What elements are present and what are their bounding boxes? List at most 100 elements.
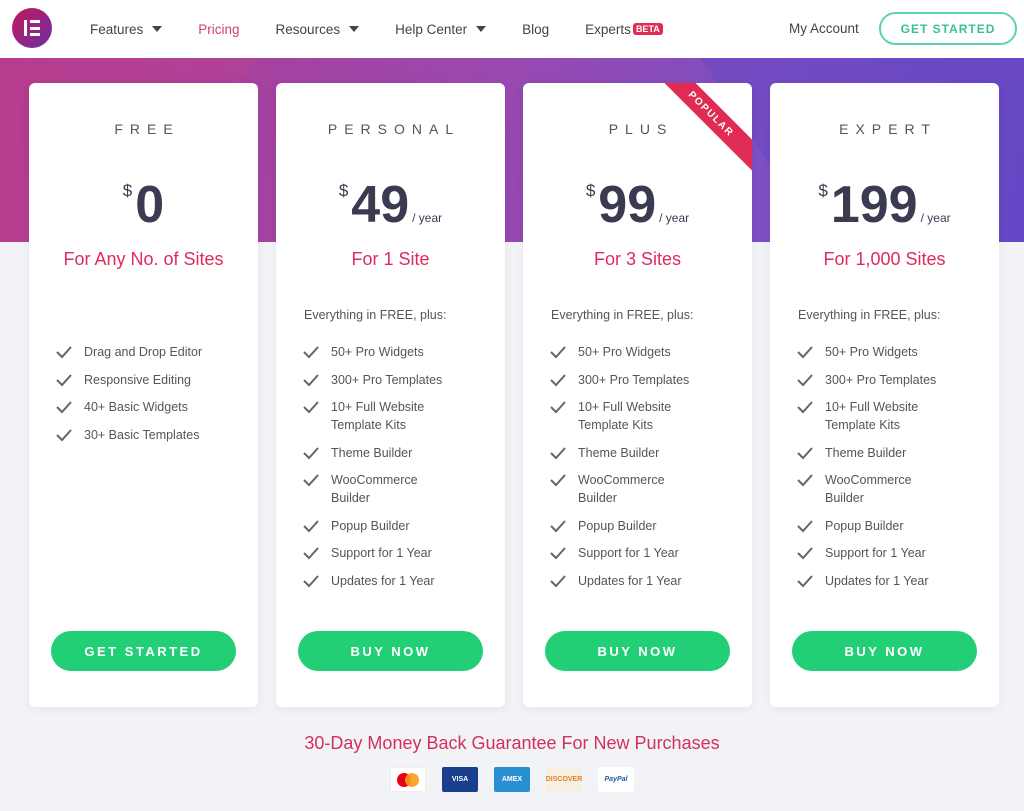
feature-item: Theme Builder [797, 444, 945, 462]
feature-item: 300+ Pro Templates [550, 371, 698, 389]
feature-item: 50+ Pro Widgets [303, 343, 451, 361]
nav-item-experts[interactable]: Experts BETA [585, 22, 663, 37]
feature-list: 50+ Pro Widgets 300+ Pro Templates 10+ Ful… [303, 343, 451, 599]
top-nav-bar: Features Pricing Resources Help Center Blog E… [0, 0, 1024, 58]
check-icon [550, 473, 566, 487]
feature-item: 50+ Pro Widgets [550, 343, 698, 361]
payment-methods: VISA AMEX DISCOVER PayPal [390, 767, 650, 792]
price-period: / year [659, 211, 690, 225]
plan-sites: For 1 Site [351, 249, 430, 269]
nav-item-blog[interactable]: Blog [522, 22, 549, 37]
feature-label: 40+ Basic Widgets [84, 400, 188, 414]
nav-item-label: Experts [585, 21, 631, 37]
buy-now-button[interactable]: BUY NOW [792, 631, 977, 671]
feature-item: Theme Builder [550, 444, 698, 462]
nav-item-help-center[interactable]: Help Center [395, 21, 487, 37]
plan-card-plus: PLUS $99/ year For 3 Sites Everything in … [523, 83, 752, 707]
feature-label: Support for 1 Year [331, 546, 432, 560]
nav-item-pricing[interactable]: Pricing [198, 22, 239, 37]
plan-card-expert: EXPERT $199/ year For 1,000 Sites Everyth… [770, 83, 999, 707]
plan-sites: For 1,000 Sites [823, 249, 946, 269]
price-amount: 99 [598, 176, 657, 234]
nav-item-label: Features [90, 21, 144, 37]
feature-label: WooCommerce Builder [331, 473, 418, 505]
mastercard-icon [390, 767, 426, 792]
nav-item-label: Help Center [395, 21, 468, 37]
plan-price: $0 [29, 179, 258, 231]
feature-item: Updates for 1 Year [550, 572, 698, 590]
feature-label: Popup Builder [578, 518, 657, 533]
check-icon [303, 574, 319, 588]
feature-label: 50+ Pro Widgets [331, 345, 424, 359]
feature-item: Popup Builder [797, 517, 945, 535]
chevron-down-icon [152, 26, 163, 32]
feature-label: 10+ Full Website Template Kits [578, 400, 672, 432]
feature-list: 50+ Pro Widgets 300+ Pro Templates 10+ Ful… [797, 343, 945, 599]
feature-label: Theme Builder [825, 445, 907, 460]
feature-label: Theme Builder [578, 445, 660, 460]
feature-item: 40+ Basic Widgets [56, 398, 202, 416]
header-get-started-button[interactable]: GET STARTED [879, 12, 1017, 45]
check-icon [56, 400, 72, 414]
plan-intro: Everything in FREE, plus: [798, 308, 941, 322]
buy-now-button[interactable]: BUY NOW [298, 631, 483, 671]
feature-item: WooCommerce Builder [303, 471, 451, 507]
feature-label: 30+ Basic Templates [84, 427, 200, 442]
check-icon [797, 345, 813, 359]
price-amount: 199 [830, 176, 918, 234]
currency-symbol: $ [338, 181, 349, 200]
check-icon [550, 446, 566, 460]
get-started-button[interactable]: GET STARTED [51, 631, 236, 671]
feature-list: Drag and Drop Editor Responsive Editing 40… [56, 343, 202, 453]
nav-item-features[interactable]: Features [90, 21, 163, 37]
check-icon [303, 345, 319, 359]
feature-item: Theme Builder [303, 444, 451, 462]
price-period: / year [920, 211, 951, 225]
plan-intro: Everything in FREE, plus: [551, 308, 694, 322]
check-icon [550, 373, 566, 387]
feature-label: Updates for 1 Year [331, 573, 435, 588]
check-icon [303, 473, 319, 487]
my-account-link[interactable]: My Account [789, 21, 859, 36]
feature-label: 10+ Full Website Template Kits [825, 400, 919, 432]
feature-label: Responsive Editing [84, 372, 192, 387]
nav-item-label: Blog [522, 21, 550, 37]
beta-badge: BETA [632, 23, 663, 35]
plan-price: $199/ year [770, 179, 999, 231]
buy-now-button[interactable]: BUY NOW [545, 631, 730, 671]
feature-item: 300+ Pro Templates [303, 371, 451, 389]
feature-item: Support for 1 Year [303, 544, 451, 562]
currency-symbol: $ [818, 181, 828, 200]
feature-item: Updates for 1 Year [797, 572, 945, 590]
feature-item: Support for 1 Year [550, 544, 698, 562]
chevron-down-icon [476, 26, 487, 32]
feature-item: 10+ Full Website Template Kits [550, 398, 698, 434]
elementor-logo-icon[interactable] [12, 8, 52, 48]
currency-symbol: $ [585, 181, 596, 200]
paypal-icon: PayPal [598, 767, 634, 792]
check-icon [56, 428, 72, 442]
feature-item: 10+ Full Website Template Kits [797, 398, 945, 434]
amex-icon: AMEX [494, 767, 530, 792]
price-amount: 0 [135, 176, 165, 234]
check-icon [797, 446, 813, 460]
feature-label: 50+ Pro Widgets [825, 345, 918, 359]
currency-symbol: $ [122, 181, 133, 200]
check-icon [797, 574, 813, 588]
feature-item: 50+ Pro Widgets [797, 343, 945, 361]
feature-item: WooCommerce Builder [797, 471, 945, 507]
feature-item: Updates for 1 Year [303, 572, 451, 590]
nav-item-resources[interactable]: Resources [276, 22, 360, 37]
mastercard-circles [397, 772, 419, 787]
plan-card-personal: PERSONAL $49/ year For 1 Site Everything … [276, 83, 505, 707]
feature-item: WooCommerce Builder [550, 471, 698, 507]
check-icon [303, 519, 319, 533]
check-icon [303, 546, 319, 560]
check-icon [797, 373, 813, 387]
check-icon [550, 519, 566, 533]
check-icon [797, 546, 813, 560]
check-icon [797, 519, 813, 533]
feature-item: 300+ Pro Templates [797, 371, 945, 389]
feature-label: Updates for 1 Year [578, 573, 682, 588]
feature-label: 50+ Pro Widgets [578, 345, 671, 359]
